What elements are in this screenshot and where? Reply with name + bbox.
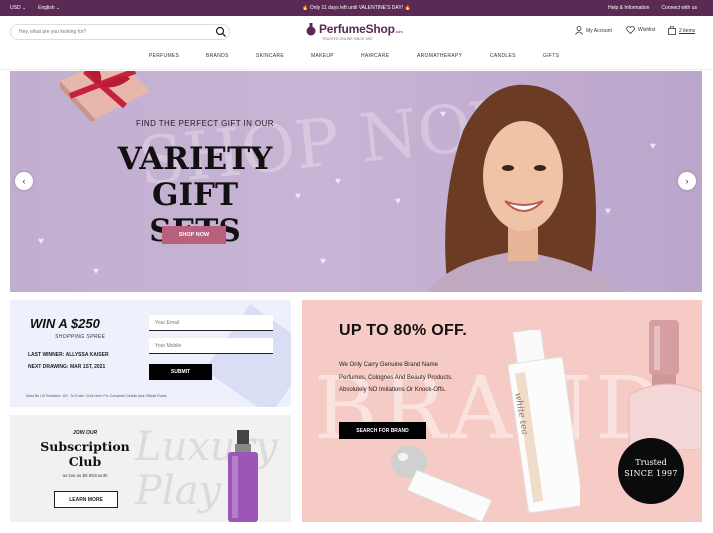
hero-kicker: FIND THE PERFECT GIFT IN OUR (136, 119, 274, 128)
subscription-title: Subscription Club (40, 439, 130, 469)
mobile-field[interactable] (149, 338, 273, 354)
nav-perfumes[interactable]: PERFUMES (149, 53, 179, 59)
heart-decoration: ♥ (295, 191, 301, 202)
site-header: PerfumeShop.com TRUSTED ONLINE SINCE 199… (0, 16, 713, 70)
site-logo[interactable]: PerfumeShop.com TRUSTED ONLINE SINCE 199… (306, 22, 403, 41)
search-for-brand-button[interactable]: SEARCH FOR BRAND (339, 422, 426, 439)
sweepstakes-title: WIN A $250 (30, 316, 100, 331)
promo-message[interactable]: 🔥 Only 11 days left until VALENTINE'S DA… (0, 5, 713, 11)
heart-decoration: ♥ (395, 196, 401, 207)
sweepstakes-panel: WIN A $250 SHOPPING SPREE LAST WINNER: A… (10, 300, 291, 407)
perfume-bottle-image (228, 430, 258, 522)
white-tea-bottle-image (507, 330, 580, 514)
gift-box-image (60, 71, 150, 121)
connect-link[interactable]: Connect with us (661, 5, 697, 11)
subscription-price: as low as $9.95/month (62, 473, 108, 478)
email-field[interactable] (149, 315, 273, 331)
wishlist-label: Wishlist (638, 27, 656, 33)
hero-shop-now-button[interactable]: SHOP NOW (162, 226, 226, 244)
search-input[interactable] (10, 24, 230, 40)
logo-tagline: TRUSTED ONLINE SINCE 1997 (322, 37, 373, 41)
hero-banner[interactable]: SHOP NOW ♥ ♥ ♥ ♥ ♥ ♥ ♥ ♥ ♥ FIND THE PERF… (10, 71, 702, 292)
subscription-kicker: JOIN OUR (72, 430, 98, 436)
perfume-bottle-image (391, 446, 493, 522)
perfume-drop-icon (306, 23, 316, 36)
heart-decoration: ♥ (93, 266, 99, 277)
pink-perfume-bottle-image (628, 320, 702, 450)
learn-more-button[interactable]: LEARN MORE (54, 491, 118, 508)
heart-decoration: ♥ (320, 256, 326, 267)
subscription-panel: Luxury Play JOIN OUR Subscription Club a… (10, 415, 291, 522)
sale-description: We Only Carry Genuine Brand Name Perfume… (339, 362, 453, 393)
nav-makeup[interactable]: MAKEUP (311, 53, 334, 59)
heart-icon (626, 26, 635, 34)
last-winner: LAST WINNER: ALLYSSA KAISER (28, 352, 109, 358)
wishlist-link[interactable]: Wishlist (626, 26, 655, 34)
my-account-link[interactable]: My Account (575, 26, 612, 35)
model-woman-image (428, 84, 623, 292)
nav-skincare[interactable]: SKINCARE (256, 53, 284, 59)
heart-decoration: ♥ (650, 141, 656, 152)
cart-label: 2 items (679, 27, 696, 34)
my-account-label: My Account (586, 27, 612, 34)
top-bar: USD ⌄ English ⌄ 🔥 Only 11 days left unti… (0, 0, 713, 16)
cart-link[interactable]: 2 items (668, 26, 695, 35)
nav-aromatherapy[interactable]: AROMATHERAPY (417, 53, 462, 59)
sweepstakes-fine-print[interactable]: Must Be US Resident, 18+. To Enter: Clic… (26, 394, 167, 398)
help-link[interactable]: Help & Information (608, 5, 649, 11)
shopping-bag-icon (668, 26, 676, 35)
trusted-badge: Trusted SINCE 1997 (618, 438, 684, 504)
search-icon[interactable] (215, 26, 227, 38)
carousel-prev-button[interactable]: ‹ (15, 172, 33, 190)
nav-brands[interactable]: BRANDS (206, 53, 229, 59)
sale-panel: BRAND UP TO 80% OFF. We Only Carry Genui… (302, 300, 702, 522)
sale-title: UP TO 80% OFF. (339, 322, 468, 339)
nav-haircare[interactable]: HAIRCARE (361, 53, 389, 59)
submit-button[interactable]: SUBMIT (149, 364, 212, 380)
sweepstakes-subtitle: SHOPPING SPREE (55, 334, 106, 340)
user-icon (575, 26, 583, 35)
heart-decoration: ♥ (38, 236, 44, 247)
carousel-next-button[interactable]: › (678, 172, 696, 190)
nav-gifts[interactable]: GIFTS (543, 53, 559, 59)
next-drawing: NEXT DRAWING: MAR 1ST, 2021 (28, 364, 106, 370)
chevron-left-icon: ‹ (22, 176, 26, 186)
chevron-right-icon: › (685, 176, 689, 186)
nav-candles[interactable]: CANDLES (490, 53, 516, 59)
heart-decoration: ♥ (335, 176, 341, 187)
logo-text: PerfumeShop.com (319, 22, 403, 36)
